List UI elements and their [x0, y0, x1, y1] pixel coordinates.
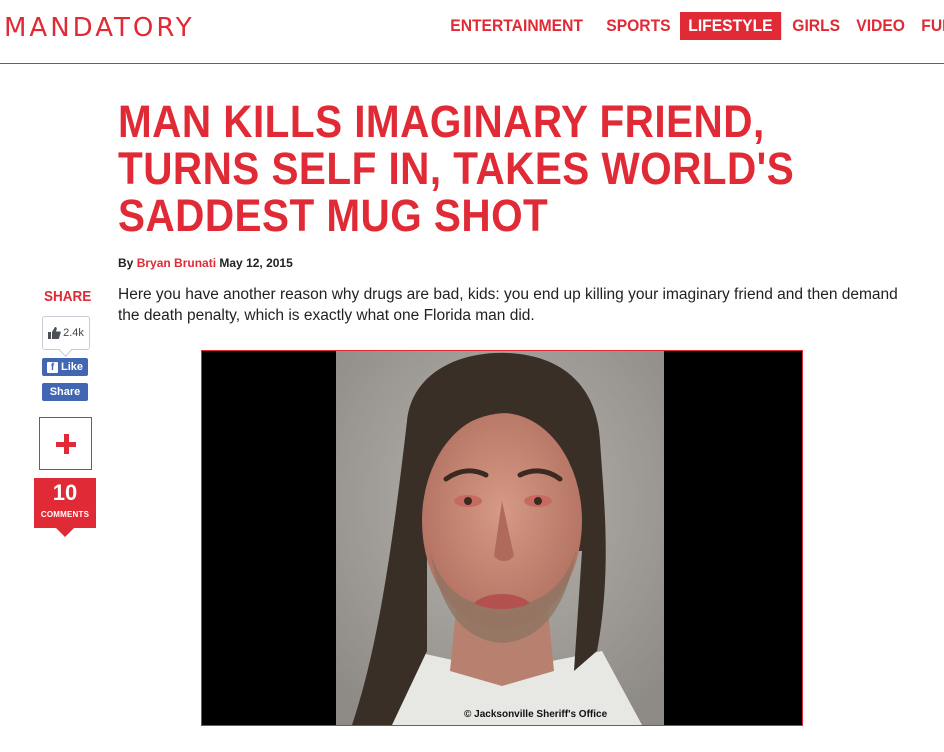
facebook-share-button[interactable]: Share [42, 383, 88, 401]
like-label: Like [60, 361, 83, 373]
share-label: Share [49, 386, 81, 398]
nav-girls[interactable]: GIRLS [784, 12, 848, 40]
more-share-button[interactable] [39, 417, 92, 470]
facebook-icon: f [46, 361, 58, 373]
top-bar: MANDATORY ENTERTAINMENT SPORTS LIFESTYLE… [0, 0, 944, 64]
comments-count-button[interactable]: 10 COMMENTS [34, 478, 96, 537]
publish-date: May 12, 2015 [219, 256, 293, 270]
nav-video[interactable]: VIDEO [848, 12, 913, 40]
thumbs-up-icon [48, 327, 61, 339]
comments-label: COMMENTS [40, 510, 90, 519]
article-intro: Here you have another reason why drugs a… [118, 286, 898, 324]
author-link[interactable]: Bryan Brunati [137, 256, 216, 270]
byline-prefix: By [118, 256, 134, 270]
nav-sports[interactable]: SPORTS [598, 12, 679, 40]
nav-lifestyle[interactable]: LIFESTYLE [680, 12, 781, 40]
article-photo[interactable]: © Jacksonville Sheriff's Office [201, 350, 803, 726]
main-nav: ENTERTAINMENT SPORTS LIFESTYLE GIRLS VID… [442, 12, 944, 40]
nav-funny[interactable]: FUNNY [913, 12, 944, 40]
share-title: SHARE [44, 288, 92, 305]
nav-entertainment[interactable]: ENTERTAINMENT [442, 12, 591, 40]
comment-count: 10 [52, 480, 78, 505]
image-credit-text: Jacksonville Sheriff's Office [474, 709, 608, 720]
like-count-value: 2.4k [63, 327, 84, 339]
article-headline: MAN KILLS IMAGINARY FRIEND, TURNS SELF I… [118, 96, 795, 241]
image-credit: © Jacksonville Sheriff's Office [464, 709, 608, 720]
facebook-like-button[interactable]: f Like [42, 358, 88, 376]
mugshot-image [202, 351, 802, 725]
site-logo[interactable]: MANDATORY [4, 13, 195, 43]
like-count-bubble: 2.4k [42, 316, 90, 350]
plus-icon-vertical [64, 434, 69, 454]
byline: By Bryan Brunati May 12, 2015 [118, 256, 293, 270]
